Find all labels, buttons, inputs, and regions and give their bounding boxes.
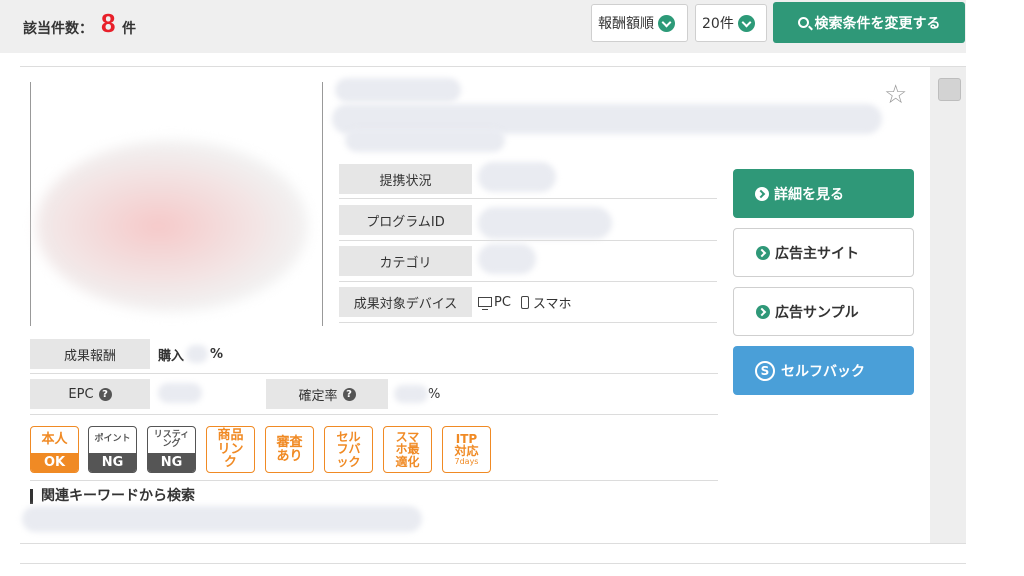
confirm-rate-value: %	[394, 379, 440, 409]
badge-review: 審査あり	[265, 426, 314, 473]
badge-top-text: 審査あり	[276, 434, 303, 464]
device-label: 成果対象デバイス	[339, 287, 472, 317]
change-search-button[interactable]: 検索条件を変更する	[773, 2, 965, 43]
ad-sample-label: 広告サンプル	[775, 304, 859, 321]
badge-top-text: ポイント	[94, 434, 131, 445]
result-count-label: 該当件数：	[23, 21, 93, 37]
badge-mobile-optimized: スマホ最適化	[383, 426, 432, 473]
badge-top-text: 商品リンク	[217, 428, 244, 471]
search-results-page: 該当件数： 8 件 報酬額順 20件 検索条件を変更する ☆ 提携状況 プログラ…	[0, 0, 1024, 576]
row-divider	[339, 240, 717, 241]
badge-top-text: リスティング	[153, 429, 190, 449]
badge-top-text: スマホ最適化	[395, 429, 420, 469]
results-toolbar: 該当件数： 8 件 報酬額順 20件 検索条件を変更する	[0, 0, 966, 53]
row-divider	[30, 373, 718, 374]
badge-product-link: 商品リンク	[206, 426, 255, 473]
epc-label: EPC ?	[30, 379, 150, 409]
epc-label-text: EPC	[68, 386, 94, 402]
row-divider	[30, 480, 718, 481]
chevron-down-icon	[737, 14, 755, 32]
program-id-label: プログラムID	[339, 205, 472, 235]
badge-bottom-text: NG	[89, 453, 136, 472]
category-value-redacted	[478, 244, 536, 274]
result-count-unit: 件	[122, 21, 136, 37]
confirm-rate-label: 確定率 ?	[266, 379, 388, 409]
badge-self-purchase: 本人 OK	[30, 426, 79, 473]
reward-suffix: %	[210, 346, 224, 362]
badge-top-text: 本人	[41, 432, 68, 448]
self-back-icon: S	[755, 360, 775, 381]
sort-select-label: 報酬額順	[598, 16, 654, 32]
pc-icon	[478, 297, 492, 310]
epc-value-redacted	[158, 383, 202, 403]
smartphone-icon	[520, 295, 529, 309]
badge-top-text: ITP対応 7days	[443, 427, 490, 472]
image-border-left	[30, 82, 31, 326]
sort-select[interactable]: 報酬額順	[591, 4, 688, 42]
image-border-right	[322, 82, 323, 326]
ad-sample-button[interactable]: 広告サンプル	[733, 287, 914, 336]
reward-prefix: 購入	[158, 348, 185, 364]
badge-itp: ITP対応 7days	[442, 426, 491, 473]
arrow-circle-icon	[756, 304, 770, 319]
row-divider	[339, 281, 717, 282]
category-label: カテゴリ	[339, 246, 472, 276]
self-back-button[interactable]: S セルフバック	[733, 346, 914, 395]
card-divider	[20, 543, 966, 544]
program-title-redacted	[345, 128, 505, 152]
device-pc-label: PC	[494, 294, 511, 310]
help-icon[interactable]: ?	[98, 387, 112, 401]
reward-value: 購入 %	[158, 339, 223, 369]
status-label: 提携状況	[339, 164, 472, 194]
badge-itp-sub: 7days	[454, 456, 479, 466]
row-divider	[339, 198, 717, 199]
row-divider	[30, 414, 718, 415]
badge-self-back: セルフバック	[324, 426, 373, 473]
search-icon	[797, 17, 809, 28]
related-keywords-redacted[interactable]	[22, 506, 422, 532]
reward-label: 成果報酬	[30, 339, 150, 369]
result-count-value: 8	[101, 8, 116, 38]
badge-bottom-text: OK	[31, 453, 78, 472]
badge-point: ポイント NG	[88, 426, 137, 473]
badge-top-text: セルフバック	[336, 429, 361, 469]
row-divider	[339, 322, 717, 323]
advertiser-site-label: 広告主サイト	[775, 245, 859, 262]
self-back-label: セルフバック	[781, 363, 865, 380]
confirm-rate-label-text: 確定率	[298, 388, 338, 404]
per-page-select[interactable]: 20件	[695, 4, 767, 42]
per-page-select-label: 20件	[702, 16, 734, 32]
select-checkbox[interactable]	[938, 78, 961, 101]
details-label: 詳細を見る	[774, 186, 844, 203]
confirm-rate-suffix: %	[428, 386, 441, 402]
badge-bottom-text: NG	[148, 453, 195, 472]
program-id-value-redacted	[478, 207, 612, 239]
badge-itp-text: ITP対応	[454, 431, 479, 459]
related-keywords-title: 関連キーワードから検索	[30, 489, 195, 504]
card-side-column	[930, 67, 966, 543]
card-divider	[20, 563, 966, 564]
arrow-circle-icon	[755, 186, 769, 201]
status-value-redacted	[478, 162, 556, 192]
arrow-circle-icon	[756, 245, 770, 260]
program-image-redacted[interactable]	[36, 140, 308, 312]
change-search-label: 検索条件を変更する	[814, 15, 941, 32]
favorite-star-icon[interactable]: ☆	[884, 82, 907, 108]
confirm-rate-amount-redacted	[394, 385, 428, 403]
advertiser-name-redacted	[335, 78, 461, 102]
badge-listing: リスティング NG	[147, 426, 196, 473]
details-button[interactable]: 詳細を見る	[733, 169, 914, 218]
device-values: PC スマホ	[474, 287, 572, 317]
reward-amount-redacted	[186, 345, 209, 363]
help-icon[interactable]: ?	[342, 387, 356, 401]
chevron-down-icon	[658, 14, 675, 32]
device-sp-label: スマホ	[532, 296, 572, 312]
advertiser-site-button[interactable]: 広告主サイト	[733, 228, 914, 277]
